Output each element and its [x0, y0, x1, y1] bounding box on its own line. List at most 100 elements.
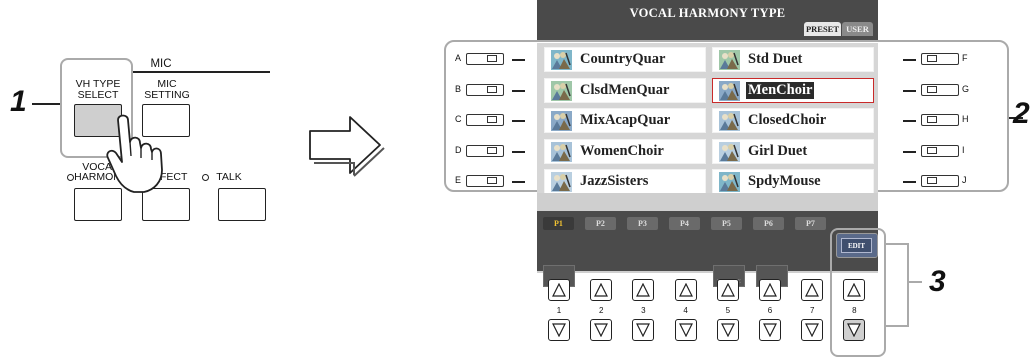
side-button-connector — [512, 181, 525, 183]
up-button[interactable] — [716, 279, 739, 301]
side-button-connector — [512, 151, 525, 153]
down-button[interactable] — [759, 319, 781, 341]
side-button-connector — [512, 120, 525, 122]
voice-item[interactable]: MixAcapQuar — [544, 108, 706, 133]
voice-item[interactable]: Girl Duet — [712, 139, 874, 164]
voice-item[interactable]: ClsdMenQuar — [544, 78, 706, 103]
screen-bottom — [537, 193, 878, 273]
side-button-letter: F — [962, 53, 968, 63]
voice-item[interactable]: MenChoir — [712, 78, 874, 103]
voice-item-label: Std Duet — [748, 51, 803, 67]
side-button-connector — [903, 90, 916, 92]
side-button-letter: H — [962, 114, 969, 124]
side-button-connector — [512, 90, 525, 92]
button-number: 7 — [809, 306, 815, 315]
up-button[interactable] — [632, 279, 655, 301]
side-button-left[interactable] — [466, 84, 504, 96]
side-button-right[interactable] — [921, 53, 959, 65]
side-button-left[interactable] — [466, 53, 504, 65]
side-button-connector — [903, 181, 916, 183]
tab-preset[interactable]: PRESET — [804, 22, 841, 36]
tab-user[interactable]: USER — [842, 22, 873, 36]
side-button-letter: G — [962, 84, 970, 94]
down-button[interactable] — [632, 319, 655, 341]
voice-item-label: MenChoir — [746, 82, 815, 99]
voice-icon — [719, 172, 740, 192]
side-button-right[interactable] — [921, 84, 959, 96]
side-button-letter: A — [455, 53, 462, 63]
voice-item[interactable]: Std Duet — [712, 47, 874, 72]
voice-item[interactable]: ClosedChoir — [712, 108, 874, 133]
voice-item-label: Girl Duet — [748, 143, 808, 159]
right-arrow-icon — [309, 116, 385, 177]
mic-group-line — [131, 71, 270, 73]
page-tab[interactable]: P4 — [669, 217, 700, 230]
page-tab[interactable]: P1 — [543, 217, 574, 230]
down-button[interactable] — [801, 319, 824, 341]
up-button[interactable] — [674, 279, 697, 301]
voice-icon — [719, 111, 740, 131]
voice-item-label: ClsdMenQuar — [580, 82, 670, 98]
side-button-letter: D — [455, 145, 462, 155]
button-number: 1 — [556, 306, 562, 315]
voice-item[interactable]: WomenChoir — [544, 139, 706, 164]
side-button-right[interactable] — [921, 114, 959, 126]
down-button[interactable] — [716, 319, 739, 341]
step-3-bracket — [886, 243, 922, 327]
side-button-left[interactable] — [466, 114, 504, 126]
page-tab[interactable]: P5 — [711, 217, 742, 230]
up-button[interactable] — [759, 279, 781, 301]
talk-button[interactable] — [218, 188, 266, 221]
up-button[interactable] — [590, 279, 613, 301]
step-2-label: 2 — [1013, 97, 1030, 130]
button-number: 5 — [725, 306, 731, 315]
voice-item-label: WomenChoir — [580, 143, 664, 159]
side-button-connector — [903, 59, 916, 61]
side-button-connector — [903, 151, 916, 153]
page-tab[interactable]: P2 — [585, 217, 616, 230]
page-tab[interactable]: P3 — [627, 217, 658, 230]
button-number: 2 — [598, 306, 604, 315]
up-button[interactable] — [801, 279, 824, 301]
talk-led — [202, 174, 209, 181]
voice-icon — [719, 50, 740, 70]
voice-icon — [551, 142, 572, 162]
side-button-left[interactable] — [466, 175, 504, 187]
voice-icon — [551, 50, 572, 70]
down-button[interactable] — [590, 319, 613, 341]
button-number: 6 — [767, 306, 773, 315]
voice-item-label: CountryQuar — [580, 51, 666, 67]
voice-icon — [551, 172, 572, 192]
side-button-left[interactable] — [466, 145, 504, 157]
side-button-connector — [903, 120, 916, 122]
down-button[interactable] — [548, 319, 570, 341]
step-3-label: 3 — [929, 265, 946, 298]
step-1-leader — [32, 103, 60, 105]
button-number: 4 — [683, 306, 688, 315]
voice-item[interactable]: SpdyMouse — [712, 169, 874, 194]
pressing-hand-icon — [106, 114, 163, 193]
voice-icon — [719, 81, 740, 101]
side-button-letter: E — [455, 175, 462, 185]
voice-icon — [551, 111, 572, 131]
page-tab[interactable]: P6 — [753, 217, 784, 230]
down-button[interactable] — [674, 319, 697, 341]
side-button-letter: C — [455, 114, 462, 124]
side-button-right[interactable] — [921, 175, 959, 187]
up-button[interactable] — [548, 279, 570, 301]
side-button-right[interactable] — [921, 145, 959, 157]
page-tab[interactable]: P7 — [795, 217, 826, 230]
step-1-label: 1 — [10, 85, 27, 118]
voice-icon — [551, 81, 572, 101]
voice-item-label: MixAcapQuar — [580, 112, 671, 128]
voice-icon — [719, 142, 740, 162]
mic-group-label: MIC — [150, 58, 172, 70]
vh-type-select-label-2: SELECT — [77, 89, 119, 101]
mic-setting-label-2: SETTING — [144, 89, 190, 101]
voice-item-label: ClosedChoir — [748, 112, 827, 128]
screen-title: VOCAL HARMONY TYPE — [629, 6, 786, 20]
voice-item[interactable]: CountryQuar — [544, 47, 706, 72]
talk-label: TALK — [216, 171, 242, 183]
side-button-letter: B — [455, 84, 462, 94]
voice-item[interactable]: JazzSisters — [544, 169, 706, 194]
